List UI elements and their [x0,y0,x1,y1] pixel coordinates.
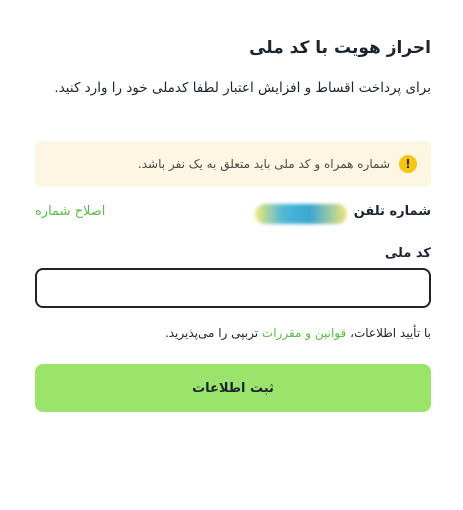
warning-alert-text: شماره همراه و کد ملی باید متعلق به یک نف… [137,157,390,171]
national-id-label: کد ملی [384,246,431,261]
terms-suffix: تربپی را می‌پذیرید. [164,326,262,340]
page-description: برای پرداخت اقساط و افزایش اعتبار لطفا ک… [54,80,431,96]
warning-alert: ! شماره همراه و کد ملی باید متعلق به یک … [35,141,431,187]
submit-button[interactable]: ثبت اطلاعات [35,364,431,412]
identity-verification-page: احراز هویت با کد ملی برای پرداخت اقساط و… [35,0,431,510]
national-id-input[interactable] [35,268,431,308]
fix-phone-link[interactable]: اصلاح شماره [35,204,105,219]
phone-label: شماره تلفن [353,204,431,219]
warning-icon: ! [399,155,417,173]
terms-link[interactable]: قوانین و مقررات [262,326,346,340]
phone-number-redacted [255,204,347,224]
phone-row: شماره تلفن اصلاح شماره [35,203,431,225]
page-title: احراز هویت با کد ملی [249,38,431,58]
terms-prefix: با تأیید اطلاعات، [346,326,431,340]
terms-text: با تأیید اطلاعات، قوانین و مقررات تربپی … [165,326,431,340]
